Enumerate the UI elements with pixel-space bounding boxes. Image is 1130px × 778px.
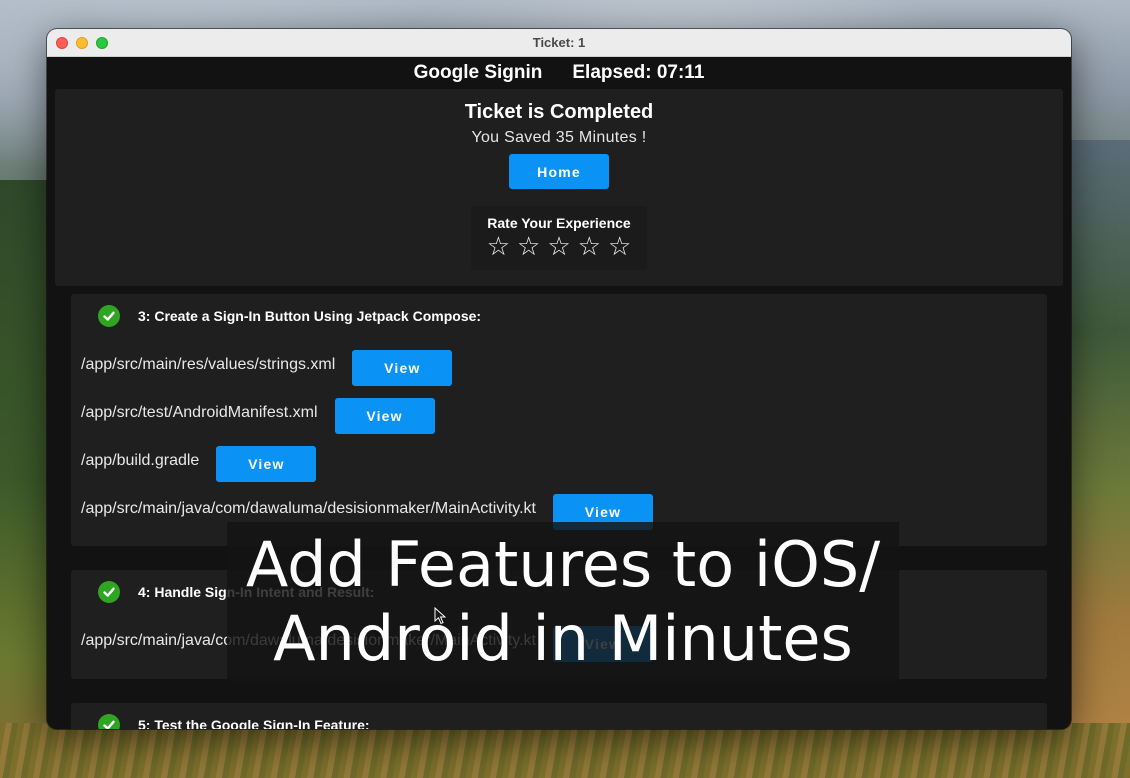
header-bar: Google Signin Elapsed: 07:11: [47, 57, 1071, 89]
completion-title: Ticket is Completed: [464, 101, 654, 123]
window-controls: [56, 37, 108, 49]
checkmark-icon: [98, 581, 120, 603]
view-file-button[interactable]: View: [216, 446, 317, 482]
step-header: 3: Create a Sign-In Button Using Jetpack…: [98, 305, 481, 327]
star-icon[interactable]: ☆: [608, 233, 631, 261]
view-file-button[interactable]: View: [552, 626, 653, 662]
star-icon[interactable]: ☆: [578, 233, 601, 261]
star-icon[interactable]: ☆: [487, 233, 510, 261]
background-vineyard: [0, 723, 1130, 778]
file-row: /app/src/main/java/com/dawaluma/desision…: [81, 494, 653, 530]
file-row: /app/src/main/java/com/dawaluma/desision…: [81, 626, 653, 662]
star-rating: ☆ ☆ ☆ ☆ ☆: [471, 233, 647, 261]
rating-box: Rate Your Experience ☆ ☆ ☆ ☆ ☆: [471, 206, 647, 270]
completion-subtitle: You Saved 35 Minutes !: [471, 129, 647, 146]
step-title: 5: Test the Google Sign-In Feature:: [138, 717, 370, 729]
close-window-button[interactable]: [56, 37, 68, 49]
view-file-button[interactable]: View: [552, 494, 653, 530]
home-button[interactable]: Home: [509, 154, 609, 189]
window-title: Ticket: 1: [532, 35, 586, 50]
step-title: 3: Create a Sign-In Button Using Jetpack…: [138, 308, 482, 324]
file-row: /app/src/test/AndroidManifest.xml View: [81, 398, 435, 434]
completion-panel: Ticket is Completed You Saved 35 Minutes…: [55, 89, 1063, 286]
elapsed-timer: Elapsed: 07:11: [572, 62, 705, 83]
step-header: 4: Handle Sign-In Intent and Result:: [98, 581, 374, 603]
file-path: /app/src/main/java/com/dawaluma/desision…: [81, 632, 536, 649]
rating-label: Rate Your Experience: [487, 215, 631, 231]
file-path: /app/src/main/java/com/dawaluma/desision…: [81, 500, 536, 517]
file-path: /app/src/main/res/values/strings.xml: [81, 356, 336, 373]
app-window: Ticket: 1 Google Signin Elapsed: 07:11 T…: [47, 29, 1071, 729]
mouse-pointer-icon: [434, 607, 446, 625]
maximize-window-button[interactable]: [96, 37, 108, 49]
view-file-button[interactable]: View: [334, 398, 435, 434]
step-panel-4: 4: Handle Sign-In Intent and Result: /ap…: [71, 570, 1047, 679]
star-icon[interactable]: ☆: [517, 233, 540, 261]
file-path: /app/src/test/AndroidManifest.xml: [81, 404, 318, 421]
file-path: /app/build.gradle: [81, 452, 200, 469]
step-header: 5: Test the Google Sign-In Feature:: [98, 714, 370, 729]
checkmark-icon: [98, 305, 120, 327]
main-content: Google Signin Elapsed: 07:11 Ticket is C…: [47, 57, 1071, 729]
checkmark-icon: [98, 714, 120, 729]
star-icon[interactable]: ☆: [547, 233, 570, 261]
step-panel-3: 3: Create a Sign-In Button Using Jetpack…: [71, 294, 1047, 546]
step-panel-5: 5: Test the Google Sign-In Feature:: [71, 703, 1047, 729]
minimize-window-button[interactable]: [76, 37, 88, 49]
step-title: 4: Handle Sign-In Intent and Result:: [138, 584, 375, 600]
app-name: Google Signin: [413, 62, 543, 83]
file-row: /app/src/main/res/values/strings.xml Vie…: [81, 350, 453, 386]
file-row: /app/build.gradle View: [81, 446, 317, 482]
title-bar[interactable]: Ticket: 1: [47, 29, 1071, 57]
view-file-button[interactable]: View: [352, 350, 453, 386]
